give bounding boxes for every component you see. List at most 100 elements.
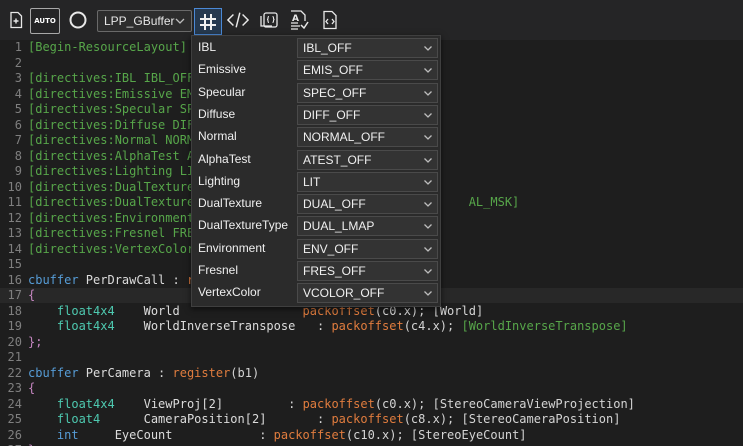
code-text: float4 CameraPosition[2] : packoffset(c8… xyxy=(28,412,621,427)
directive-select-value: ENV_OFF xyxy=(303,241,359,256)
directive-select-value: VCOLOR_OFF xyxy=(303,286,385,301)
code-text: }; xyxy=(28,335,42,350)
code-token: float4x4 xyxy=(28,319,144,333)
directive-label: Normal xyxy=(198,129,237,144)
code-text: cbuffer PerCamera : register(b1) xyxy=(28,366,259,381)
directive-label: AlphaTest xyxy=(198,151,251,166)
line-number: 25 xyxy=(7,412,22,426)
code-token: CameraPosition[2] xyxy=(143,412,267,426)
code-token: [directives:Normal NORM xyxy=(28,133,195,147)
line-number: 24 xyxy=(7,396,22,411)
directive-label: DualTextureType xyxy=(198,218,289,233)
line-number: 15 xyxy=(7,257,22,271)
code-text: [directives:Diffuse DIF xyxy=(28,118,194,133)
directive-row: Emissive EMIS_OFF xyxy=(192,59,442,81)
assembly-button[interactable]: A xyxy=(288,9,310,31)
directive-select-value: DUAL_OFF xyxy=(303,197,366,212)
code-token: { xyxy=(28,381,36,395)
auto-button[interactable]: AUTO xyxy=(30,8,60,34)
code-line[interactable]: 19 float4x4 WorldInverseTranspose : pack… xyxy=(0,319,743,334)
line-number: 19 xyxy=(7,319,22,333)
translated-code-button[interactable] xyxy=(258,9,280,31)
code-text: [directives:DualTexture xyxy=(28,180,194,195)
code-text: float4x4 WorldInverseTranspose : packoff… xyxy=(28,319,628,334)
hash-icon xyxy=(200,13,216,30)
code-token: packoffset xyxy=(331,412,404,426)
source-code-button[interactable] xyxy=(227,9,249,31)
code-token: EyeCount xyxy=(114,427,173,442)
code-line[interactable]: 26 int EyeCount : packoffset(c10.x); [St… xyxy=(0,428,743,443)
directive-select[interactable]: DUAL_LMAP xyxy=(297,216,438,237)
code-token: [directives:Fresnel FRE xyxy=(28,226,195,240)
directive-row: Specular SPEC_OFF xyxy=(192,82,442,104)
code-token: register xyxy=(172,365,231,380)
code-token: : xyxy=(158,365,173,380)
add-file-button[interactable] xyxy=(5,9,27,31)
line-number: 26 xyxy=(7,427,22,442)
directive-select[interactable]: LIT xyxy=(297,171,438,192)
directive-row: Lighting LIT xyxy=(192,171,442,193)
directives-button[interactable] xyxy=(194,8,222,35)
directive-select[interactable]: DIFF_OFF xyxy=(297,104,438,125)
line-number: 8 xyxy=(14,148,22,163)
directive-label: VertexColor xyxy=(198,285,261,300)
directive-select-value: IBL_OFF xyxy=(303,41,352,55)
file-code-icon xyxy=(323,10,337,30)
directive-label: Emissive xyxy=(198,62,247,77)
directive-select-value: ATEST_OFF xyxy=(303,152,372,167)
code-text: [directives:Fresnel FRE xyxy=(28,226,194,241)
code-text: { xyxy=(28,381,35,396)
chevron-down-icon xyxy=(424,90,432,96)
directive-select[interactable]: DUAL_OFF xyxy=(297,194,438,215)
line-number: 17 xyxy=(7,288,22,302)
add-file-icon xyxy=(10,11,23,29)
directive-select-value: EMIS_OFF xyxy=(303,63,364,78)
directive-select[interactable]: FRES_OFF xyxy=(297,261,438,281)
directive-row: Environment ENV_OFF xyxy=(192,238,442,260)
line-number: 13 xyxy=(7,226,22,240)
directive-select[interactable]: ATEST_OFF xyxy=(297,149,438,170)
code-token: (b1) xyxy=(230,365,260,380)
directive-select[interactable]: NORMAL_OFF xyxy=(297,127,438,148)
curly-braces-icon xyxy=(260,12,278,28)
directive-select-value: DIFF_OFF xyxy=(303,107,361,122)
directive-select[interactable]: IBL_OFF xyxy=(297,38,438,58)
directive-select[interactable]: VCOLOR_OFF xyxy=(297,283,438,304)
code-line[interactable]: 25 float4 CameraPosition[2] : packoffset… xyxy=(0,412,743,427)
line-number: 10 xyxy=(7,179,22,194)
directive-label: IBL xyxy=(198,40,217,54)
line-number: 21 xyxy=(7,350,22,364)
chevron-down-icon xyxy=(424,157,432,163)
directives-popup: IBL IBL_OFF Emissive EMIS_OFF Specular SPEC_O… xyxy=(191,35,441,307)
chevron-down-icon xyxy=(424,224,432,230)
code-line[interactable]: 23 { xyxy=(0,381,743,396)
code-line[interactable]: 22 cbuffer PerCamera : register(b1) xyxy=(0,366,743,381)
code-token: PerCamera xyxy=(85,365,159,380)
code-line[interactable]: 21 xyxy=(0,350,743,365)
line-number: 3 xyxy=(14,71,22,85)
code-text: cbuffer PerDrawCall : r xyxy=(28,273,194,288)
directive-select[interactable]: ENV_OFF xyxy=(297,238,438,259)
variant-select[interactable]: LPP_GBuffer xyxy=(97,10,192,32)
code-text: int EyeCount : packoffset(c10.x); [Stere… xyxy=(28,428,527,443)
output-file-button[interactable] xyxy=(319,9,341,31)
code-line[interactable]: 20}; xyxy=(0,335,743,350)
preview-toggle-button[interactable] xyxy=(67,9,89,31)
code-text: [directives:Environment xyxy=(28,211,194,226)
variant-select-value: LPP_GBuffer xyxy=(104,14,175,28)
code-line[interactable]: 24 float4x4 ViewProj[2] : packoffset(c0.… xyxy=(0,397,743,412)
directive-row: Fresnel FRES_OFF xyxy=(192,260,442,282)
directive-select[interactable]: SPEC_OFF xyxy=(297,82,438,103)
code-token: : xyxy=(172,272,187,287)
code-token: float4 xyxy=(28,412,144,426)
directive-select[interactable]: EMIS_OFF xyxy=(297,60,438,81)
code-token: [directives:Specular SP xyxy=(28,102,195,116)
code-token: [directives:Emissive EM xyxy=(28,86,195,101)
code-token: (c0.x); [StereoCameraViewProjection] xyxy=(374,396,635,411)
directive-row: Diffuse DIFF_OFF xyxy=(192,104,442,126)
code-token: (c10.x); [StereoEyeCount] xyxy=(345,427,527,442)
code-text: [directives:Lighting LI xyxy=(28,164,194,179)
code-text: [directives:IBL IBL_OFF xyxy=(28,71,194,86)
code-token: cbuffer xyxy=(28,365,86,380)
code-token: : xyxy=(172,427,274,442)
